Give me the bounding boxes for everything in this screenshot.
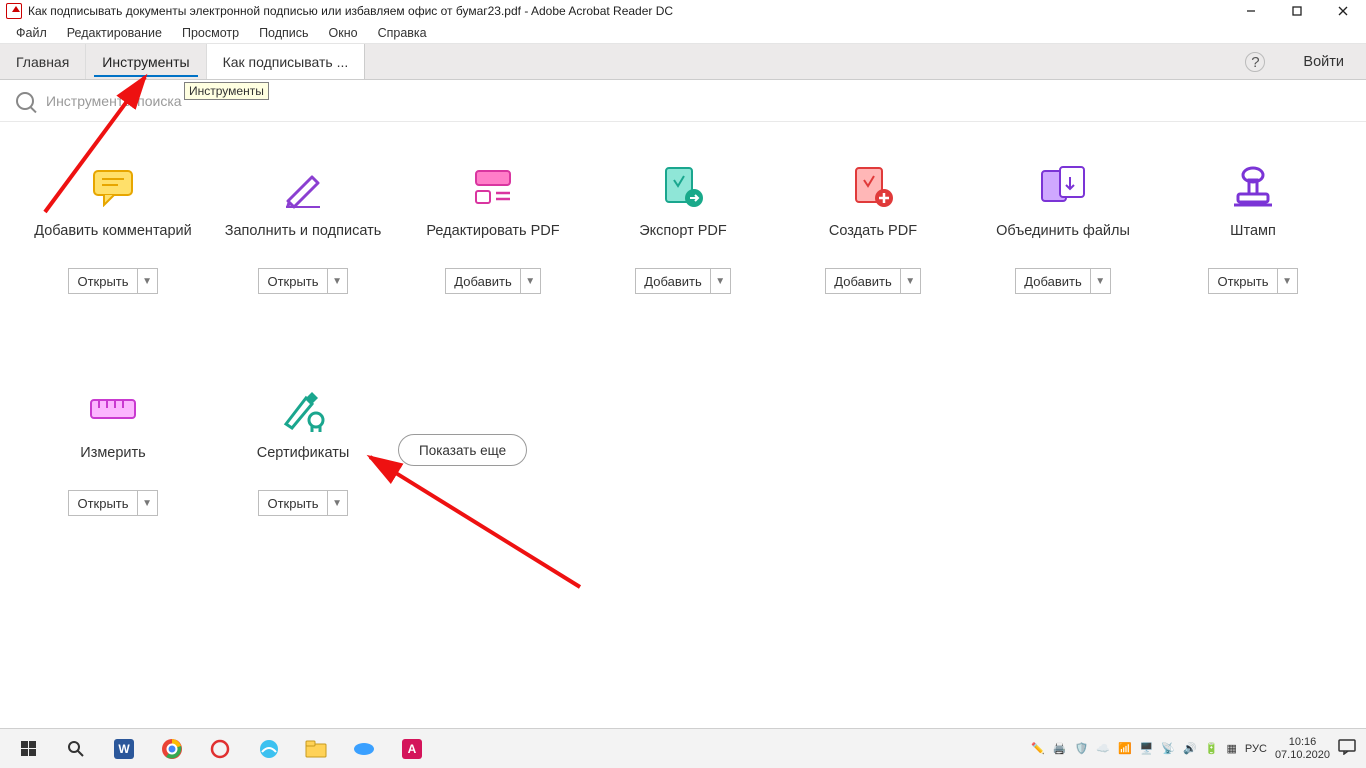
tool-comment-label: Добавить комментарий xyxy=(34,222,192,260)
tray-volume-icon[interactable]: 🔊 xyxy=(1183,742,1197,755)
tool-create-pdf-action[interactable]: Добавить▼ xyxy=(825,268,920,294)
chevron-down-icon[interactable]: ▼ xyxy=(137,269,157,293)
tool-edit-pdf[interactable]: Редактировать PDF Добавить▼ xyxy=(398,162,588,294)
menu-file[interactable]: Файл xyxy=(6,24,57,42)
help-icon[interactable]: ? xyxy=(1245,52,1265,72)
tool-create-pdf-label: Создать PDF xyxy=(829,222,917,260)
tool-certificates-action[interactable]: Открыть▼ xyxy=(258,490,347,516)
tool-measure[interactable]: Измерить Открыть▼ xyxy=(18,384,208,516)
taskbar-ie[interactable] xyxy=(244,731,292,767)
tray-icon[interactable]: 🖨️ xyxy=(1053,742,1067,755)
create-pdf-icon xyxy=(846,162,900,212)
tool-measure-action[interactable]: Открыть▼ xyxy=(68,490,157,516)
tool-certificates[interactable]: Сертификаты Открыть▼ xyxy=(208,384,398,516)
comment-icon xyxy=(86,162,140,212)
combine-files-icon xyxy=(1036,162,1090,212)
tool-comment-action[interactable]: Открыть▼ xyxy=(68,268,157,294)
login-button[interactable]: Войти xyxy=(1281,44,1366,79)
tool-combine-label: Объединить файлы xyxy=(996,222,1130,260)
tab-tools-tooltip: Инструменты xyxy=(184,82,269,100)
pen-icon xyxy=(276,162,330,212)
taskbar-word[interactable]: W xyxy=(100,731,148,767)
tray-gpu-icon[interactable]: ▦ xyxy=(1227,742,1237,755)
tool-combine[interactable]: Объединить файлы Добавить▼ xyxy=(968,162,1158,294)
menubar: Файл Редактирование Просмотр Подпись Окн… xyxy=(0,22,1366,44)
tab-home[interactable]: Главная xyxy=(0,44,86,79)
menu-edit[interactable]: Редактирование xyxy=(57,24,172,42)
tabbar: Главная Инструменты Как подписывать ... … xyxy=(0,44,1366,80)
window-close-button[interactable] xyxy=(1320,0,1366,22)
tray-notifications-icon[interactable] xyxy=(1338,739,1356,758)
tools-grid: Добавить комментарий Открыть▼ Заполнить … xyxy=(0,122,1366,516)
menu-view[interactable]: Просмотр xyxy=(172,24,249,42)
tool-comment[interactable]: Добавить комментарий Открыть▼ xyxy=(18,162,208,294)
tool-stamp-action[interactable]: Открыть▼ xyxy=(1208,268,1297,294)
tray-icon[interactable]: ☁️ xyxy=(1096,742,1110,755)
chevron-down-icon[interactable]: ▼ xyxy=(327,269,347,293)
taskbar-app-red[interactable] xyxy=(196,731,244,767)
system-tray: ✏️ 🖨️ 🛡️ ☁️ 📶 🖥️ 📡 🔊 🔋 ▦ РУС 10:16 07.10… xyxy=(1031,736,1362,761)
start-button[interactable] xyxy=(4,731,52,767)
chevron-down-icon[interactable]: ▼ xyxy=(327,491,347,515)
chevron-down-icon[interactable]: ▼ xyxy=(710,269,730,293)
tab-document[interactable]: Как подписывать ... xyxy=(207,44,366,79)
taskbar-search[interactable] xyxy=(52,731,100,767)
menu-window[interactable]: Окно xyxy=(319,24,368,42)
tray-battery-icon[interactable]: 🔋 xyxy=(1205,742,1219,755)
tool-fill-sign-action[interactable]: Открыть▼ xyxy=(258,268,347,294)
tray-time: 10:16 xyxy=(1275,736,1330,749)
menu-sign[interactable]: Подпись xyxy=(249,24,318,42)
tab-tools[interactable]: Инструменты xyxy=(86,44,206,79)
show-more-button[interactable]: Показать еще xyxy=(398,434,527,466)
search-icon xyxy=(16,92,34,110)
chevron-down-icon[interactable]: ▼ xyxy=(1090,269,1110,293)
stamp-icon xyxy=(1226,162,1280,212)
active-tab-underline xyxy=(94,75,197,77)
tool-export-pdf-label: Экспорт PDF xyxy=(639,222,727,260)
chevron-down-icon[interactable]: ▼ xyxy=(1277,269,1297,293)
menu-help[interactable]: Справка xyxy=(368,24,437,42)
tool-export-pdf[interactable]: Экспорт PDF Добавить▼ xyxy=(588,162,778,294)
tool-edit-pdf-label: Редактировать PDF xyxy=(426,222,559,260)
tool-stamp-label: Штамп xyxy=(1230,222,1276,260)
tray-language[interactable]: РУС xyxy=(1245,743,1267,755)
show-more-container: Показать еще xyxy=(398,434,527,466)
taskbar-chrome[interactable] xyxy=(148,731,196,767)
tool-fill-sign-label: Заполнить и подписать xyxy=(225,222,382,260)
tool-create-pdf[interactable]: Создать PDF Добавить▼ xyxy=(778,162,968,294)
acrobat-app-icon xyxy=(6,3,22,19)
window-maximize-button[interactable] xyxy=(1274,0,1320,22)
ruler-icon xyxy=(86,384,140,434)
window-title: Как подписывать документы электронной по… xyxy=(28,4,673,18)
window-titlebar: Как подписывать документы электронной по… xyxy=(0,0,1366,22)
chevron-down-icon[interactable]: ▼ xyxy=(520,269,540,293)
tray-date: 07.10.2020 xyxy=(1275,749,1330,762)
taskbar-explorer[interactable] xyxy=(292,731,340,767)
windows-taskbar: W A ✏️ 🖨️ 🛡️ ☁️ 📶 🖥️ 📡 🔊 🔋 ▦ РУС 10:16 0… xyxy=(0,728,1366,768)
tray-clock[interactable]: 10:16 07.10.2020 xyxy=(1275,736,1330,761)
tool-edit-pdf-action[interactable]: Добавить▼ xyxy=(445,268,540,294)
taskbar-acrobat[interactable]: A xyxy=(388,731,436,767)
tray-wifi-icon[interactable]: 📡 xyxy=(1161,742,1175,755)
tool-combine-action[interactable]: Добавить▼ xyxy=(1015,268,1110,294)
tray-icon[interactable]: 📶 xyxy=(1118,742,1132,755)
tray-icon[interactable]: 🛡️ xyxy=(1075,742,1089,755)
tray-icon[interactable]: ✏️ xyxy=(1031,742,1045,755)
tool-certificates-label: Сертификаты xyxy=(257,444,350,482)
tool-fill-sign[interactable]: Заполнить и подписать Открыть▼ xyxy=(208,162,398,294)
window-minimize-button[interactable] xyxy=(1228,0,1274,22)
tool-stamp[interactable]: Штамп Открыть▼ xyxy=(1158,162,1348,294)
edit-pdf-icon xyxy=(466,162,520,212)
windows-logo-icon xyxy=(21,741,36,756)
tool-measure-label: Измерить xyxy=(80,444,145,482)
tray-icon[interactable]: 🖥️ xyxy=(1140,742,1154,755)
chevron-down-icon[interactable]: ▼ xyxy=(137,491,157,515)
tool-export-pdf-action[interactable]: Добавить▼ xyxy=(635,268,730,294)
export-pdf-icon xyxy=(656,162,710,212)
chevron-down-icon[interactable]: ▼ xyxy=(900,269,920,293)
tab-tools-label: Инструменты xyxy=(102,54,189,70)
certificate-icon xyxy=(276,384,330,434)
taskbar-app-blue[interactable] xyxy=(340,731,388,767)
